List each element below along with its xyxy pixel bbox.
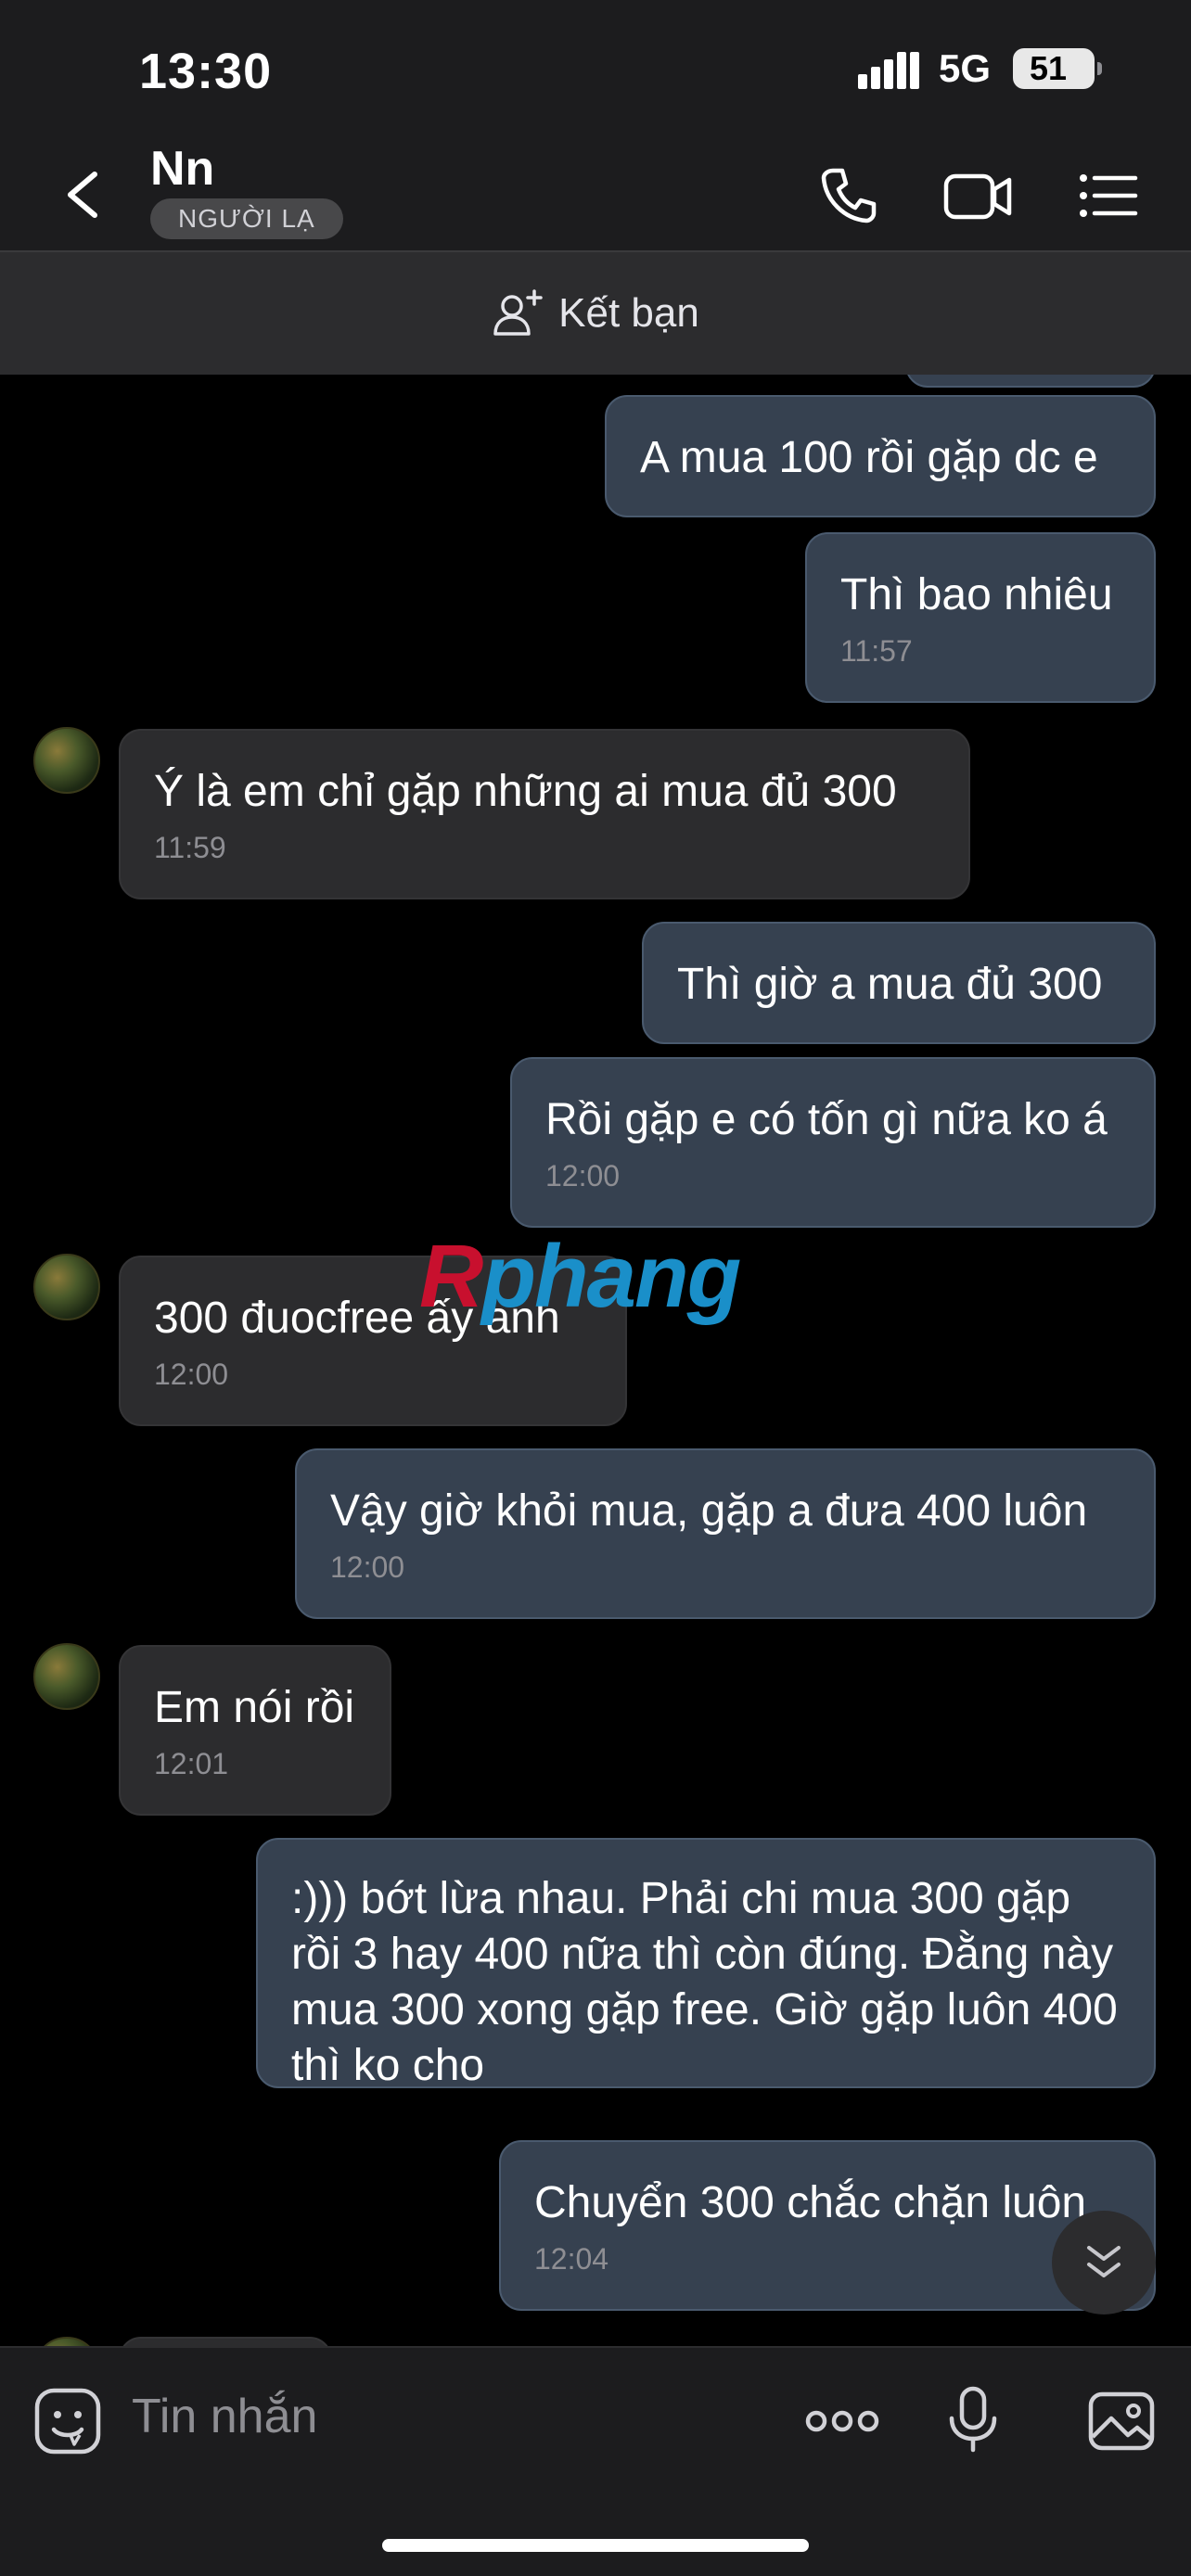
image-gallery-icon[interactable]	[1085, 2385, 1158, 2457]
menu-list-icon[interactable]	[1076, 163, 1141, 228]
contact-avatar	[33, 2337, 100, 2346]
message-list[interactable]: A mua 100 rồi gặp dc e Thì bao nhiêu 11:…	[0, 375, 1191, 2346]
message-time: 12:01	[154, 1747, 229, 1780]
video-call-icon[interactable]	[942, 163, 1013, 228]
message-text: :))) bớt lừa nhau. Phải chi mua 300 gặp …	[291, 1874, 1118, 2090]
signal-icon	[858, 52, 919, 89]
scroll-to-bottom-button[interactable]	[1052, 2211, 1156, 2315]
message-bubble-sent[interactable]: Rồi gặp e có tốn gì nữa ko á 12:00	[510, 1057, 1156, 1228]
status-bar: 13:30 5G 51	[0, 0, 1191, 139]
message-bubble-sent[interactable]: Vậy giờ khỏi mua, gặp a đưa 400 luôn 12:…	[295, 1448, 1156, 1619]
message-bubble-received[interactable]: Ý là em chỉ gặp những ai mua đủ 300 11:5…	[119, 729, 970, 899]
message-time: 11:59	[154, 831, 226, 864]
add-friend-button[interactable]: Kết bạn	[0, 252, 1191, 375]
chat-header: Nn NGƯỜI LẠ	[0, 139, 1191, 252]
message-text: Thì bao nhiêu	[840, 570, 1113, 619]
message-text: Em nói rồi	[154, 1683, 355, 1732]
contact-avatar[interactable]	[33, 1254, 100, 1320]
stranger-badge: NGƯỜI LẠ	[150, 198, 343, 239]
message-bubble-sent[interactable]: :))) bớt lừa nhau. Phải chi mua 300 gặp …	[256, 1838, 1156, 2090]
message-bubble-partial	[905, 375, 1156, 388]
watermark-logo: Rphang	[419, 1227, 741, 1326]
message-bubble-received[interactable]: Em nói rồi 12:01	[119, 1645, 391, 1816]
message-time: 11:57	[840, 634, 913, 668]
message-bubble-sent[interactable]: Thì giờ a mua đủ 300	[642, 922, 1156, 1044]
contact-avatar[interactable]	[33, 1643, 100, 1710]
battery-icon: 51	[1013, 48, 1102, 89]
message-text: Thì giờ a mua đủ 300	[677, 960, 1103, 1009]
message-input[interactable]: Tin nhắn	[132, 2389, 317, 2444]
contact-avatar[interactable]	[33, 727, 100, 794]
message-time: 12:00	[330, 1550, 405, 1584]
message-bubble-sent[interactable]: A mua 100 rồi gặp dc e	[605, 395, 1156, 517]
message-bubble-partial	[119, 2337, 332, 2346]
message-text: A mua 100 rồi gặp dc e	[640, 433, 1098, 482]
home-indicator[interactable]	[382, 2539, 809, 2552]
status-time: 13:30	[139, 44, 273, 99]
message-time: 12:00	[154, 1358, 229, 1391]
message-text: Ý là em chỉ gặp những ai mua đủ 300	[154, 767, 897, 816]
contact-name[interactable]: Nn	[150, 141, 214, 197]
sticker-emoji-icon[interactable]	[32, 2385, 104, 2457]
more-options-icon[interactable]	[803, 2385, 881, 2457]
microphone-icon[interactable]	[937, 2383, 1009, 2455]
phone-call-icon[interactable]	[816, 163, 881, 228]
double-chevron-down-icon	[1087, 2246, 1121, 2277]
message-time: 12:04	[534, 2242, 609, 2276]
message-text: Rồi gặp e có tốn gì nữa ko á	[545, 1095, 1108, 1144]
message-bubble-sent[interactable]: Thì bao nhiêu 11:57	[805, 532, 1156, 703]
message-time: 12:00	[545, 1159, 621, 1192]
message-text: Vậy giờ khỏi mua, gặp a đưa 400 luôn	[330, 1486, 1088, 1536]
network-type: 5G	[939, 46, 992, 90]
back-arrow-icon[interactable]	[58, 165, 113, 224]
add-friend-icon	[493, 289, 543, 336]
battery-level: 51	[1029, 49, 1068, 87]
message-text: Chuyển 300 chắc chặn luôn	[534, 2178, 1087, 2227]
add-friend-label: Kết bạn	[558, 290, 699, 336]
